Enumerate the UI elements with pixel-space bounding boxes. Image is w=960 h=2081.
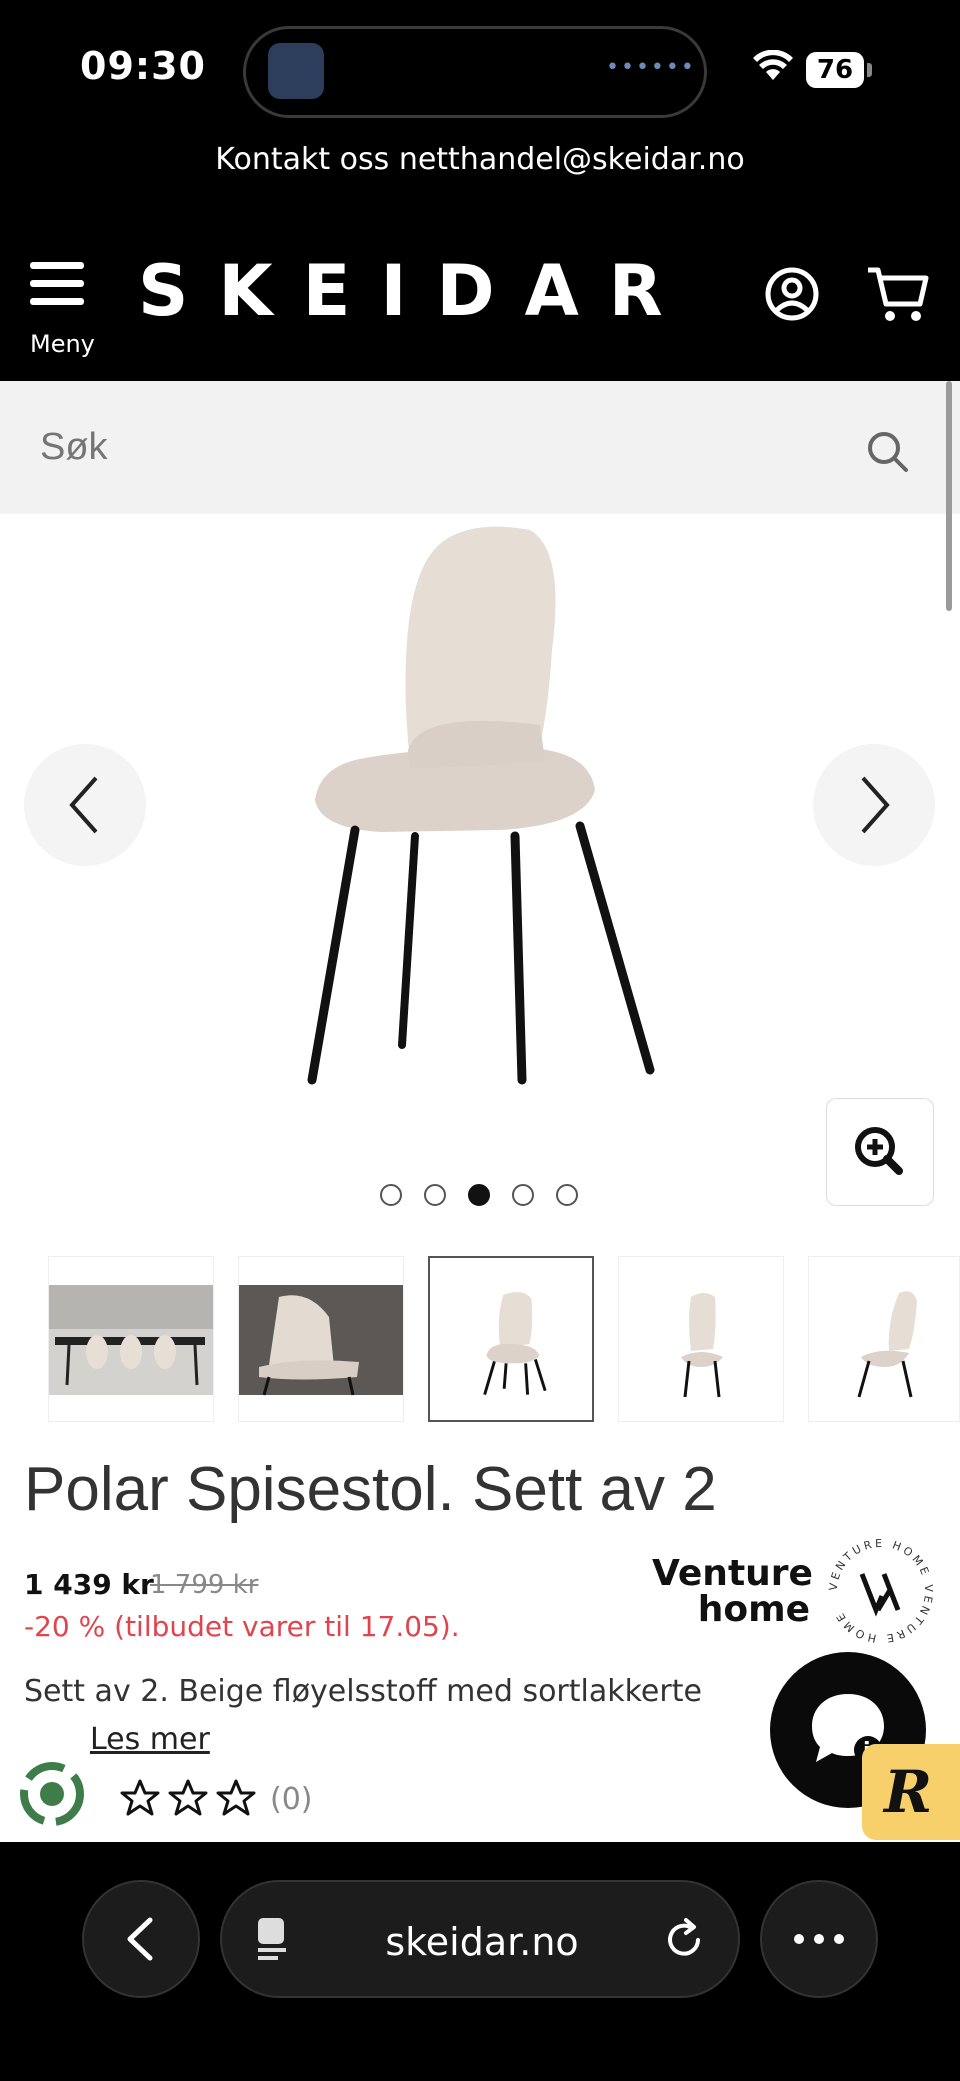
star-icon [216, 1779, 256, 1816]
search-icon[interactable] [866, 430, 910, 474]
product-main-image[interactable] [290, 520, 680, 1090]
address-bar[interactable]: skeidar.no [220, 1880, 740, 1998]
zoom-in-icon [855, 1127, 903, 1175]
contact-banner[interactable]: Kontakt oss netthandel@skeidar.no [0, 142, 960, 177]
account-icon[interactable] [764, 266, 820, 322]
product-price: 1 439 kr [24, 1568, 154, 1601]
zoom-button[interactable] [826, 1098, 934, 1206]
wifi-icon [753, 50, 793, 80]
more-icon [794, 1934, 844, 1944]
battery-tip [867, 63, 872, 77]
brand-line1: Venture [652, 1553, 813, 1594]
thumbnail[interactable] [238, 1256, 404, 1422]
island-activity-icon: •••••• [606, 55, 696, 80]
status-time: 09:30 [80, 44, 206, 88]
page-scrollbar[interactable] [946, 381, 952, 611]
r-logo-icon: R [882, 1758, 932, 1826]
carousel-prev-button[interactable] [24, 744, 146, 866]
read-more-link[interactable]: Les mer [90, 1722, 210, 1757]
carousel-dot[interactable] [556, 1184, 578, 1206]
battery-indicator: 76 [806, 52, 864, 88]
more-button[interactable] [760, 1880, 878, 1998]
discount-label: -20 % (tilbudet varer til 17.05). [24, 1610, 460, 1643]
site-logo[interactable]: SKEIDAR [138, 250, 693, 332]
carousel-dot[interactable] [380, 1184, 402, 1206]
menu-icon[interactable] [30, 262, 94, 316]
chevron-right-icon [861, 776, 890, 834]
carousel-dot[interactable] [424, 1184, 446, 1206]
brand-seal-logo[interactable]: VENTURE HOME VENTURE HOME [826, 1536, 936, 1646]
svg-text:VENTURE HOME VENTURE HOME: VENTURE HOME VENTURE HOME [827, 1537, 935, 1645]
search-bar [0, 381, 960, 514]
svg-text:R: R [882, 1758, 932, 1826]
dynamic-island: •••••• [243, 26, 707, 118]
product-old-price: 1 799 kr [150, 1570, 259, 1600]
carousel-dot-active[interactable] [468, 1184, 490, 1206]
search-input[interactable] [38, 421, 802, 473]
thumbnail[interactable] [618, 1256, 784, 1422]
back-button[interactable] [82, 1880, 200, 1998]
review-badge[interactable]: R [862, 1744, 960, 1840]
menu-label[interactable]: Meny [30, 330, 95, 358]
reload-icon[interactable] [662, 1918, 706, 1962]
star-icon [168, 1779, 208, 1816]
brand-line2: home [697, 1589, 810, 1630]
rating-stars[interactable] [120, 1778, 270, 1818]
chevron-left-icon [69, 776, 98, 834]
rating-count: (0) [270, 1782, 313, 1817]
product-title: Polar Spisestol. Sett av 2 [24, 1455, 717, 1524]
island-app-icon [268, 43, 324, 99]
cart-icon[interactable] [866, 264, 930, 324]
product-description: Sett av 2. Beige fløyelsstoff med sortla… [24, 1674, 702, 1709]
carousel-dot[interactable] [512, 1184, 534, 1206]
back-icon [127, 1917, 153, 1961]
thumbnail[interactable] [48, 1256, 214, 1422]
brand-logo-text[interactable]: Venture home [652, 1553, 813, 1630]
thumbnail[interactable] [808, 1256, 960, 1422]
carousel-next-button[interactable] [813, 744, 935, 866]
star-icon [120, 1779, 160, 1816]
thumbnail-selected[interactable] [428, 1256, 594, 1422]
recycle-icon[interactable] [16, 1758, 88, 1830]
